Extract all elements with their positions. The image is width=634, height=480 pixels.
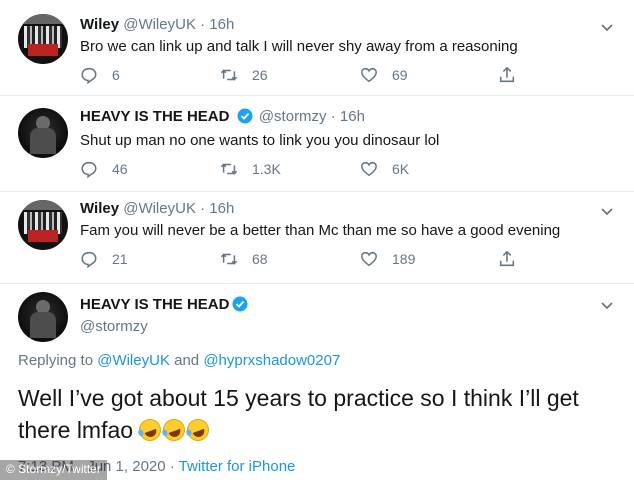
retweet-icon — [220, 253, 238, 265]
tweet-actions: 21 68 189 — [80, 250, 540, 272]
like-count: 69 — [392, 67, 408, 83]
reply-count: 21 — [112, 251, 128, 267]
share-icon — [499, 66, 515, 83]
heart-icon — [361, 161, 377, 177]
reply-icon — [81, 251, 97, 268]
tweet[interactable]: Wiley @WileyUK · 16h Fam you will never … — [0, 192, 634, 284]
author-name[interactable]: Wiley — [80, 16, 119, 33]
avatar[interactable] — [18, 292, 68, 342]
timestamp[interactable]: 16h — [209, 200, 234, 217]
reply-icon — [81, 67, 97, 84]
main-tweet-body: Well I’ve got about 15 years to practice… — [18, 385, 579, 443]
like-button[interactable]: 69 — [360, 66, 408, 84]
like-button[interactable]: 189 — [360, 250, 415, 268]
chevron-down-icon[interactable] — [600, 298, 614, 312]
avatar[interactable] — [18, 200, 68, 250]
replying-prefix: Replying to — [18, 352, 94, 369]
tweet-text: Shut up man no one wants to link you you… — [80, 132, 440, 149]
like-count: 6K — [392, 161, 410, 177]
verified-badge-icon — [232, 296, 248, 312]
author-name[interactable]: HEAVY IS THE HEAD — [80, 108, 229, 125]
main-tweet-text: Well I’ve got about 15 years to practice… — [18, 382, 618, 446]
author-handle[interactable]: @WileyUK — [123, 200, 196, 217]
heart-icon — [361, 251, 377, 267]
avatar[interactable] — [18, 108, 68, 158]
retweet-button[interactable]: 68 — [220, 250, 268, 268]
reply-button[interactable]: 21 — [80, 250, 128, 268]
separator-dot: · — [330, 108, 336, 125]
separator-dot: · — [200, 16, 206, 33]
heart-icon — [361, 67, 377, 83]
retweet-count: 26 — [252, 67, 268, 83]
author-handle[interactable]: @stormzy — [80, 318, 148, 335]
rolling-laughing-emoji-icon — [184, 415, 213, 445]
reply-icon — [81, 161, 97, 178]
like-button[interactable]: 6K — [360, 160, 409, 178]
tweet-text: Bro we can link up and talk I will never… — [80, 38, 518, 55]
separator-dot: · — [200, 200, 206, 217]
author-name[interactable]: Wiley — [80, 200, 119, 217]
mention-link[interactable]: @WileyUK — [97, 352, 170, 369]
share-button[interactable] — [498, 250, 530, 268]
reply-button[interactable]: 6 — [80, 66, 120, 84]
retweet-button[interactable]: 26 — [220, 66, 268, 84]
replying-to: Replying to @WileyUK and @hyprxshadow020… — [18, 352, 340, 369]
replying-and: and — [174, 352, 200, 369]
tweet[interactable]: HEAVY IS THE HEAD @stormzy · 16h Shut up… — [0, 96, 634, 192]
tweet-actions: 6 26 69 — [80, 66, 540, 88]
mention-link[interactable]: @hyprxshadow0207 — [203, 352, 340, 369]
author-handle[interactable]: @stormzy — [259, 108, 327, 125]
timestamp[interactable]: 16h — [209, 16, 234, 33]
tweet-text: Fam you will never be a better than Mc t… — [80, 222, 561, 239]
share-button[interactable] — [498, 66, 530, 84]
tweet[interactable]: Wiley @WileyUK · 16h Bro we can link up … — [0, 0, 634, 96]
tweet-actions: 46 1.3K 6K — [80, 160, 540, 182]
retweet-button[interactable]: 1.3K — [220, 160, 281, 178]
retweet-icon — [220, 69, 238, 81]
reply-button[interactable]: 46 — [80, 160, 128, 178]
retweet-count: 68 — [252, 251, 268, 267]
rolling-laughing-emoji-icon — [136, 415, 165, 445]
chevron-down-icon[interactable] — [600, 204, 614, 218]
author-name[interactable]: HEAVY IS THE HEAD — [80, 296, 250, 313]
reply-count: 6 — [112, 67, 120, 83]
avatar[interactable] — [18, 14, 68, 64]
verified-badge-icon — [237, 108, 253, 124]
share-icon — [499, 250, 515, 267]
author-handle[interactable]: @WileyUK — [123, 16, 196, 33]
timestamp[interactable]: 16h — [340, 108, 365, 125]
chevron-down-icon[interactable] — [600, 20, 614, 34]
retweet-icon — [220, 163, 238, 175]
retweet-count: 1.3K — [252, 161, 281, 177]
separator-dot: · — [169, 458, 175, 475]
tweet-source[interactable]: Twitter for iPhone — [179, 458, 296, 475]
like-count: 189 — [392, 251, 416, 267]
reply-count: 46 — [112, 161, 128, 177]
rolling-laughing-emoji-icon — [160, 415, 189, 445]
image-credit: © Stormzy/Twitter — [0, 460, 107, 480]
